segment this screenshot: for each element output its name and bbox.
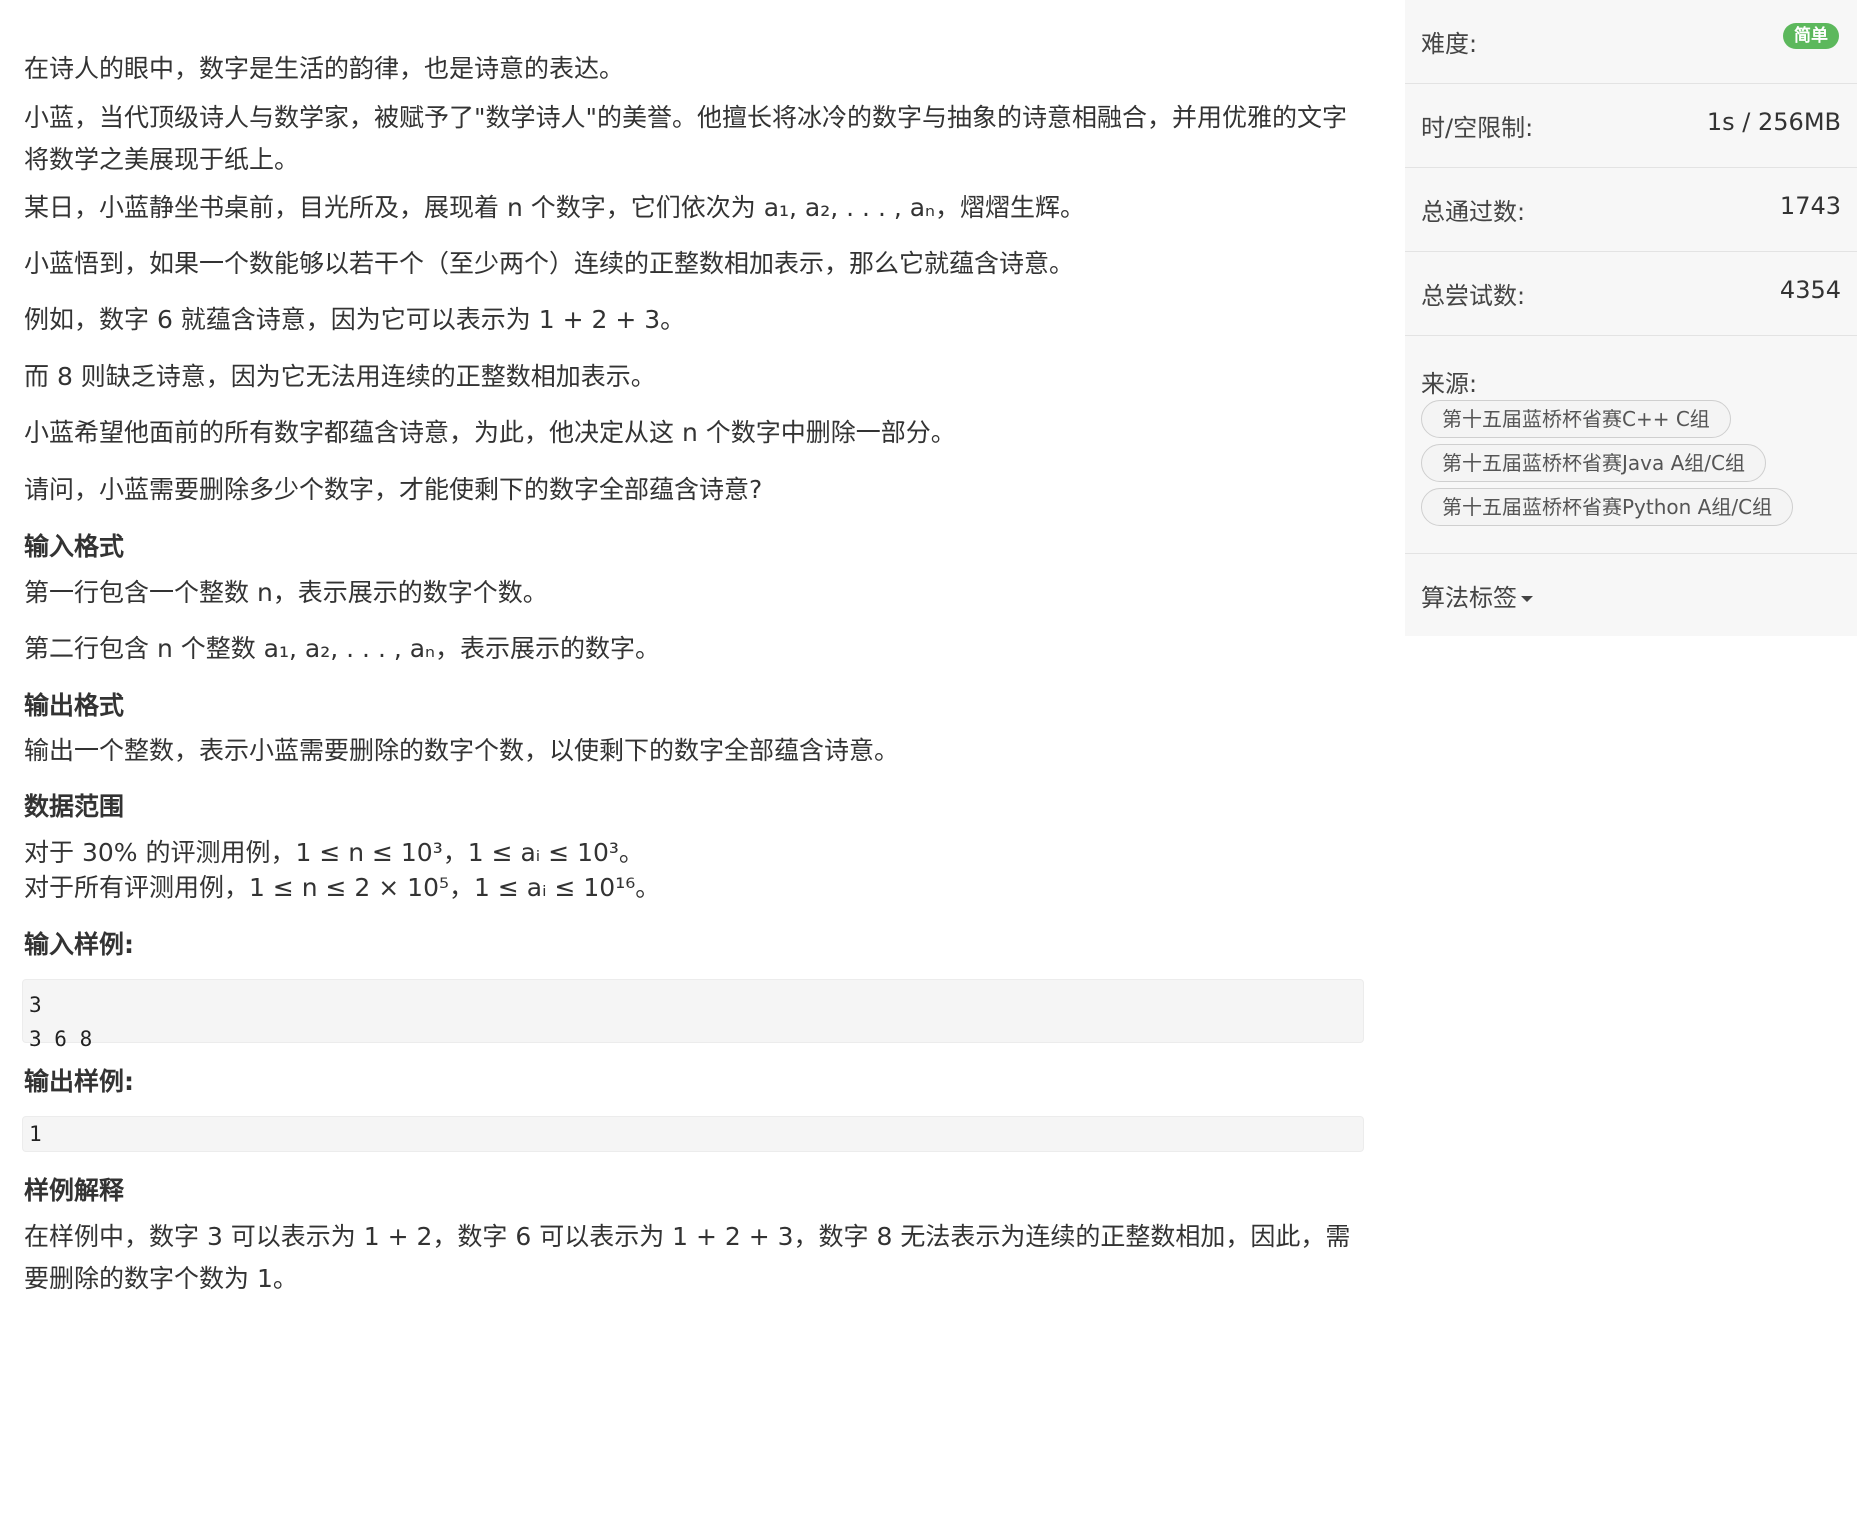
passed-label: 总通过数:	[1421, 198, 1526, 226]
paragraph-question: 请问，小蓝需要删除多少个数字，才能使剩下的数字全部蕴含诗意?	[24, 475, 763, 504]
paragraph-counter-example: 而 8 则缺乏诗意，因为它无法用连续的正整数相加表示。	[24, 362, 656, 391]
limit-value: 1s / 256MB	[1706, 108, 1841, 136]
paragraph-definition: 小蓝悟到，如果一个数能够以若干个（至少两个）连续的正整数相加表示，那么它就蕴含诗…	[24, 249, 1075, 278]
difficulty-row: 难度: 简单	[1405, 0, 1857, 84]
paragraph-goal: 小蓝希望他面前的所有数字都蕴含诗意，为此，他决定从这 n 个数字中删除一部分。	[24, 418, 956, 447]
paragraph-numbers: 某日，小蓝静坐书桌前，目光所及，展现着 n 个数字，它们依次为 a₁, a₂, …	[24, 193, 1086, 222]
tried-label: 总尝试数:	[1421, 282, 1526, 310]
difficulty-label: 难度:	[1421, 30, 1478, 58]
source-row: 来源: 第十五届蓝桥杯省赛C++ C组 第十五届蓝桥杯省赛Java A组/C组 …	[1405, 336, 1857, 554]
limit-row: 时/空限制: 1s / 256MB	[1405, 84, 1857, 168]
paragraph-background: 小蓝，当代顶级诗人与数学家，被赋予了"数学诗人"的美誉。他擅长将冰冷的数字与抽象…	[24, 103, 1348, 174]
sample-explanation-title: 样例解释	[24, 1176, 125, 1205]
sample-input-code[interactable]: 3 3 6 8	[22, 979, 1364, 1051]
algorithm-tags-label: 算法标签	[1421, 584, 1517, 612]
output-format-line: 输出一个整数，表示小蓝需要删除的数字个数，以使剩下的数字全部蕴含诗意。	[24, 736, 900, 765]
source-tag-cpp-c[interactable]: 第十五届蓝桥杯省赛C++ C组	[1421, 400, 1731, 438]
paragraph-example: 例如，数字 6 就蕴含诗意，因为它可以表示为 1 + 2 + 3。	[24, 305, 686, 334]
input-format-line-1: 第一行包含一个整数 n，表示展示的数字个数。	[24, 578, 548, 607]
sample-explanation-text: 在样例中，数字 3 可以表示为 1 + 2，数字 6 可以表示为 1 + 2 +…	[24, 1222, 1351, 1293]
paragraph-intro: 在诗人的眼中，数字是生活的韵律，也是诗意的表达。	[24, 54, 625, 83]
limit-label: 时/空限制:	[1421, 114, 1534, 142]
source-label: 来源:	[1421, 370, 1478, 398]
tried-row: 总尝试数: 4354	[1405, 252, 1857, 336]
source-tag-java-ac[interactable]: 第十五届蓝桥杯省赛Java A组/C组	[1421, 444, 1766, 482]
input-format-title: 输入格式	[24, 532, 125, 561]
sample-output-title: 输出样例:	[24, 1067, 134, 1096]
input-format-line-2: 第二行包含 n 个整数 a₁, a₂, . . . , aₙ，表示展示的数字。	[24, 634, 661, 663]
data-range-title: 数据范围	[24, 792, 125, 821]
sample-output-code[interactable]: 1	[22, 1116, 1364, 1152]
passed-row: 总通过数: 1743	[1405, 168, 1857, 252]
data-range-line-2: 对于所有评测用例，1 ≤ n ≤ 2 × 10⁵，1 ≤ aᵢ ≤ 10¹⁶。	[24, 873, 661, 902]
difficulty-badge: 简单	[1783, 23, 1839, 49]
output-format-title: 输出格式	[24, 691, 125, 720]
caret-down-icon	[1521, 596, 1533, 602]
passed-value: 1743	[1779, 192, 1841, 220]
problem-info-sidebar: 难度: 简单 时/空限制: 1s / 256MB 总通过数: 1743 总尝试数…	[1405, 0, 1857, 636]
source-tag-python-ac[interactable]: 第十五届蓝桥杯省赛Python A组/C组	[1421, 488, 1794, 526]
tried-value: 4354	[1779, 276, 1841, 304]
sample-input-title: 输入样例:	[24, 930, 134, 959]
algorithm-tags-dropdown[interactable]: 算法标签	[1421, 578, 1533, 613]
